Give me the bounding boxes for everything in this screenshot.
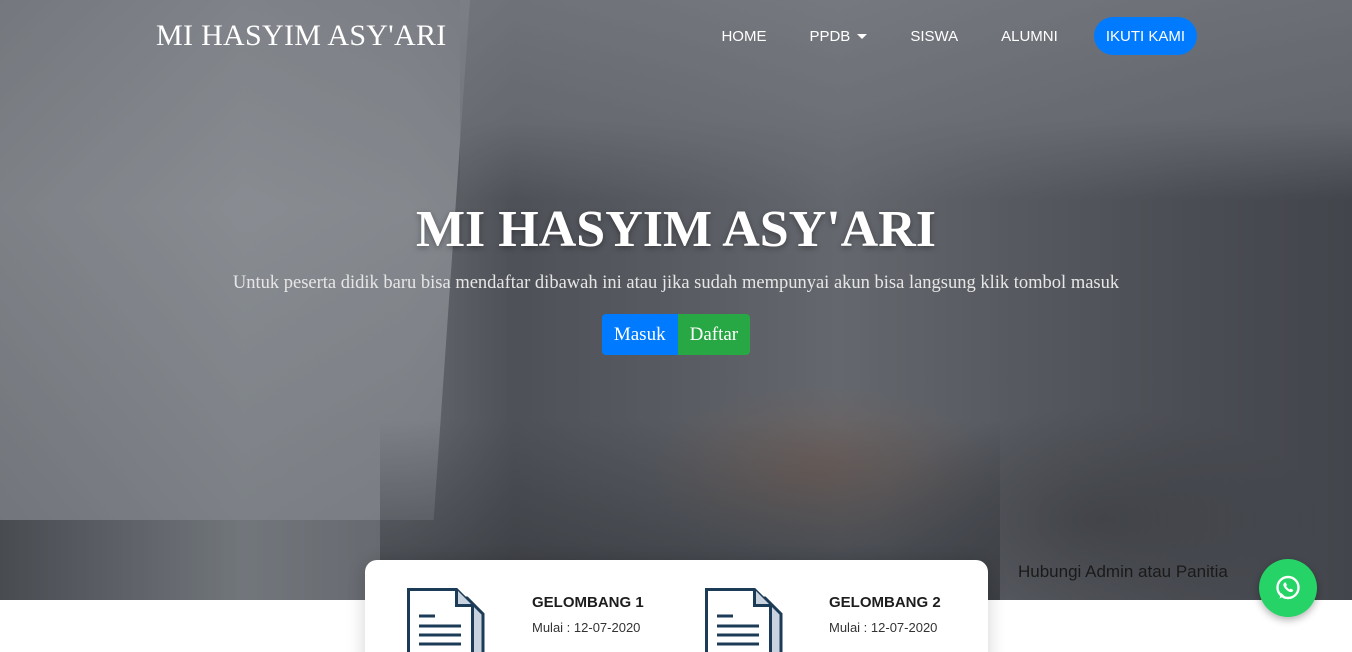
hero-content: MI HASYIM ASY'ARI Untuk peserta didik ba… [0, 200, 1352, 355]
register-button[interactable]: Daftar [677, 314, 751, 355]
wave-title: GELOMBANG 1 [532, 594, 644, 611]
brand-logo[interactable]: MI HASYIM ASY'ARI [156, 19, 447, 53]
hero-subtitle: Untuk peserta didik baru bisa mendaftar … [232, 273, 1120, 293]
wave-date: Mulai : 12-07-2020 [829, 620, 938, 635]
whatsapp-icon [1276, 575, 1300, 600]
document-icon [705, 588, 783, 652]
nav-links: HOME PPDB SISWA ALUMNI IKUTI KAMI [721, 17, 1197, 55]
whatsapp-button[interactable] [1259, 559, 1317, 617]
nav-home[interactable]: HOME [721, 28, 766, 45]
wave-title: GELOMBANG 2 [829, 594, 941, 611]
navbar: MI HASYIM ASY'ARI HOME PPDB SISWA ALUMNI… [0, 0, 1352, 72]
follow-us-button[interactable]: IKUTI KAMI [1093, 17, 1197, 55]
nav-siswa[interactable]: SISWA [910, 28, 958, 45]
hero-title: MI HASYIM ASY'ARI [415, 201, 937, 258]
whatsapp-contact-label[interactable]: Hubungi Admin atau Panitia [1018, 562, 1228, 582]
nav-ppdb-dropdown[interactable]: PPDB [809, 27, 868, 45]
nav-alumni[interactable]: ALUMNI [1001, 28, 1058, 45]
caret-down-icon [857, 33, 868, 39]
registration-waves-card: GELOMBANG 1 Mulai : 12-07-2020 GELOMBANG… [365, 560, 988, 652]
wave-date: Mulai : 12-07-2020 [532, 620, 641, 635]
nav-ppdb-label: PPDB [809, 27, 851, 45]
login-button[interactable]: Masuk [601, 314, 678, 355]
document-icon [407, 588, 485, 652]
hero-button-group: Masuk Daftar [601, 314, 751, 355]
hero-section: MI HASYIM ASY'ARI HOME PPDB SISWA ALUMNI… [0, 0, 1352, 600]
